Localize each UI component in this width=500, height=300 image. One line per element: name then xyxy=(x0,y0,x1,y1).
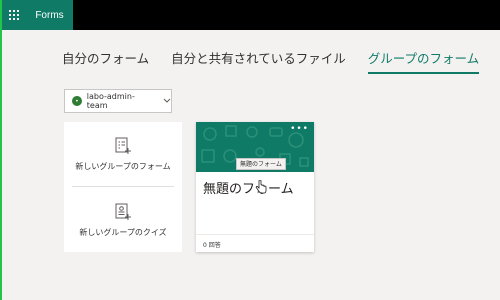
tab-my-forms[interactable]: 自分のフォーム xyxy=(62,48,149,72)
hand-cursor-icon xyxy=(255,180,267,194)
team-selector[interactable]: • labo-admin-team xyxy=(64,89,172,113)
app-launcher-button[interactable] xyxy=(2,0,26,30)
new-group-quiz-button[interactable]: 新しいグループのクイズ xyxy=(64,188,182,252)
new-group-form-button[interactable]: 新しいグループのフォーム xyxy=(64,122,182,186)
new-group-quiz-label: 新しいグループのクイズ xyxy=(79,227,167,237)
new-quiz-icon xyxy=(115,203,131,220)
divider xyxy=(72,186,174,187)
app-name[interactable]: Forms xyxy=(26,0,73,30)
new-form-icon xyxy=(115,137,131,154)
divider xyxy=(196,234,314,235)
new-items-panel: 新しいグループのフォーム 新しいグループのクイズ xyxy=(64,122,182,252)
chevron-down-icon xyxy=(163,97,171,106)
response-count: 0 回答 xyxy=(203,242,221,249)
top-bar: Forms xyxy=(2,0,500,30)
team-selector-label: labo-admin-team xyxy=(86,92,135,110)
team-avatar: • xyxy=(72,96,82,106)
waffle-icon xyxy=(9,10,19,20)
form-card-title: 無題のフォーム xyxy=(203,182,294,197)
new-group-form-label: 新しいグループのフォーム xyxy=(75,161,171,171)
more-options-button[interactable]: ••• xyxy=(290,124,309,134)
tab-shared-with-me[interactable]: 自分と共有されているファイル xyxy=(171,48,346,72)
tab-bar: 自分のフォーム 自分と共有されているファイル グループのフォーム xyxy=(62,48,500,74)
tab-group-forms[interactable]: グループのフォーム xyxy=(367,48,480,74)
form-card-header: ••• 無題のフォーム xyxy=(196,122,314,172)
title-tooltip: 無題のフォーム xyxy=(236,158,286,170)
